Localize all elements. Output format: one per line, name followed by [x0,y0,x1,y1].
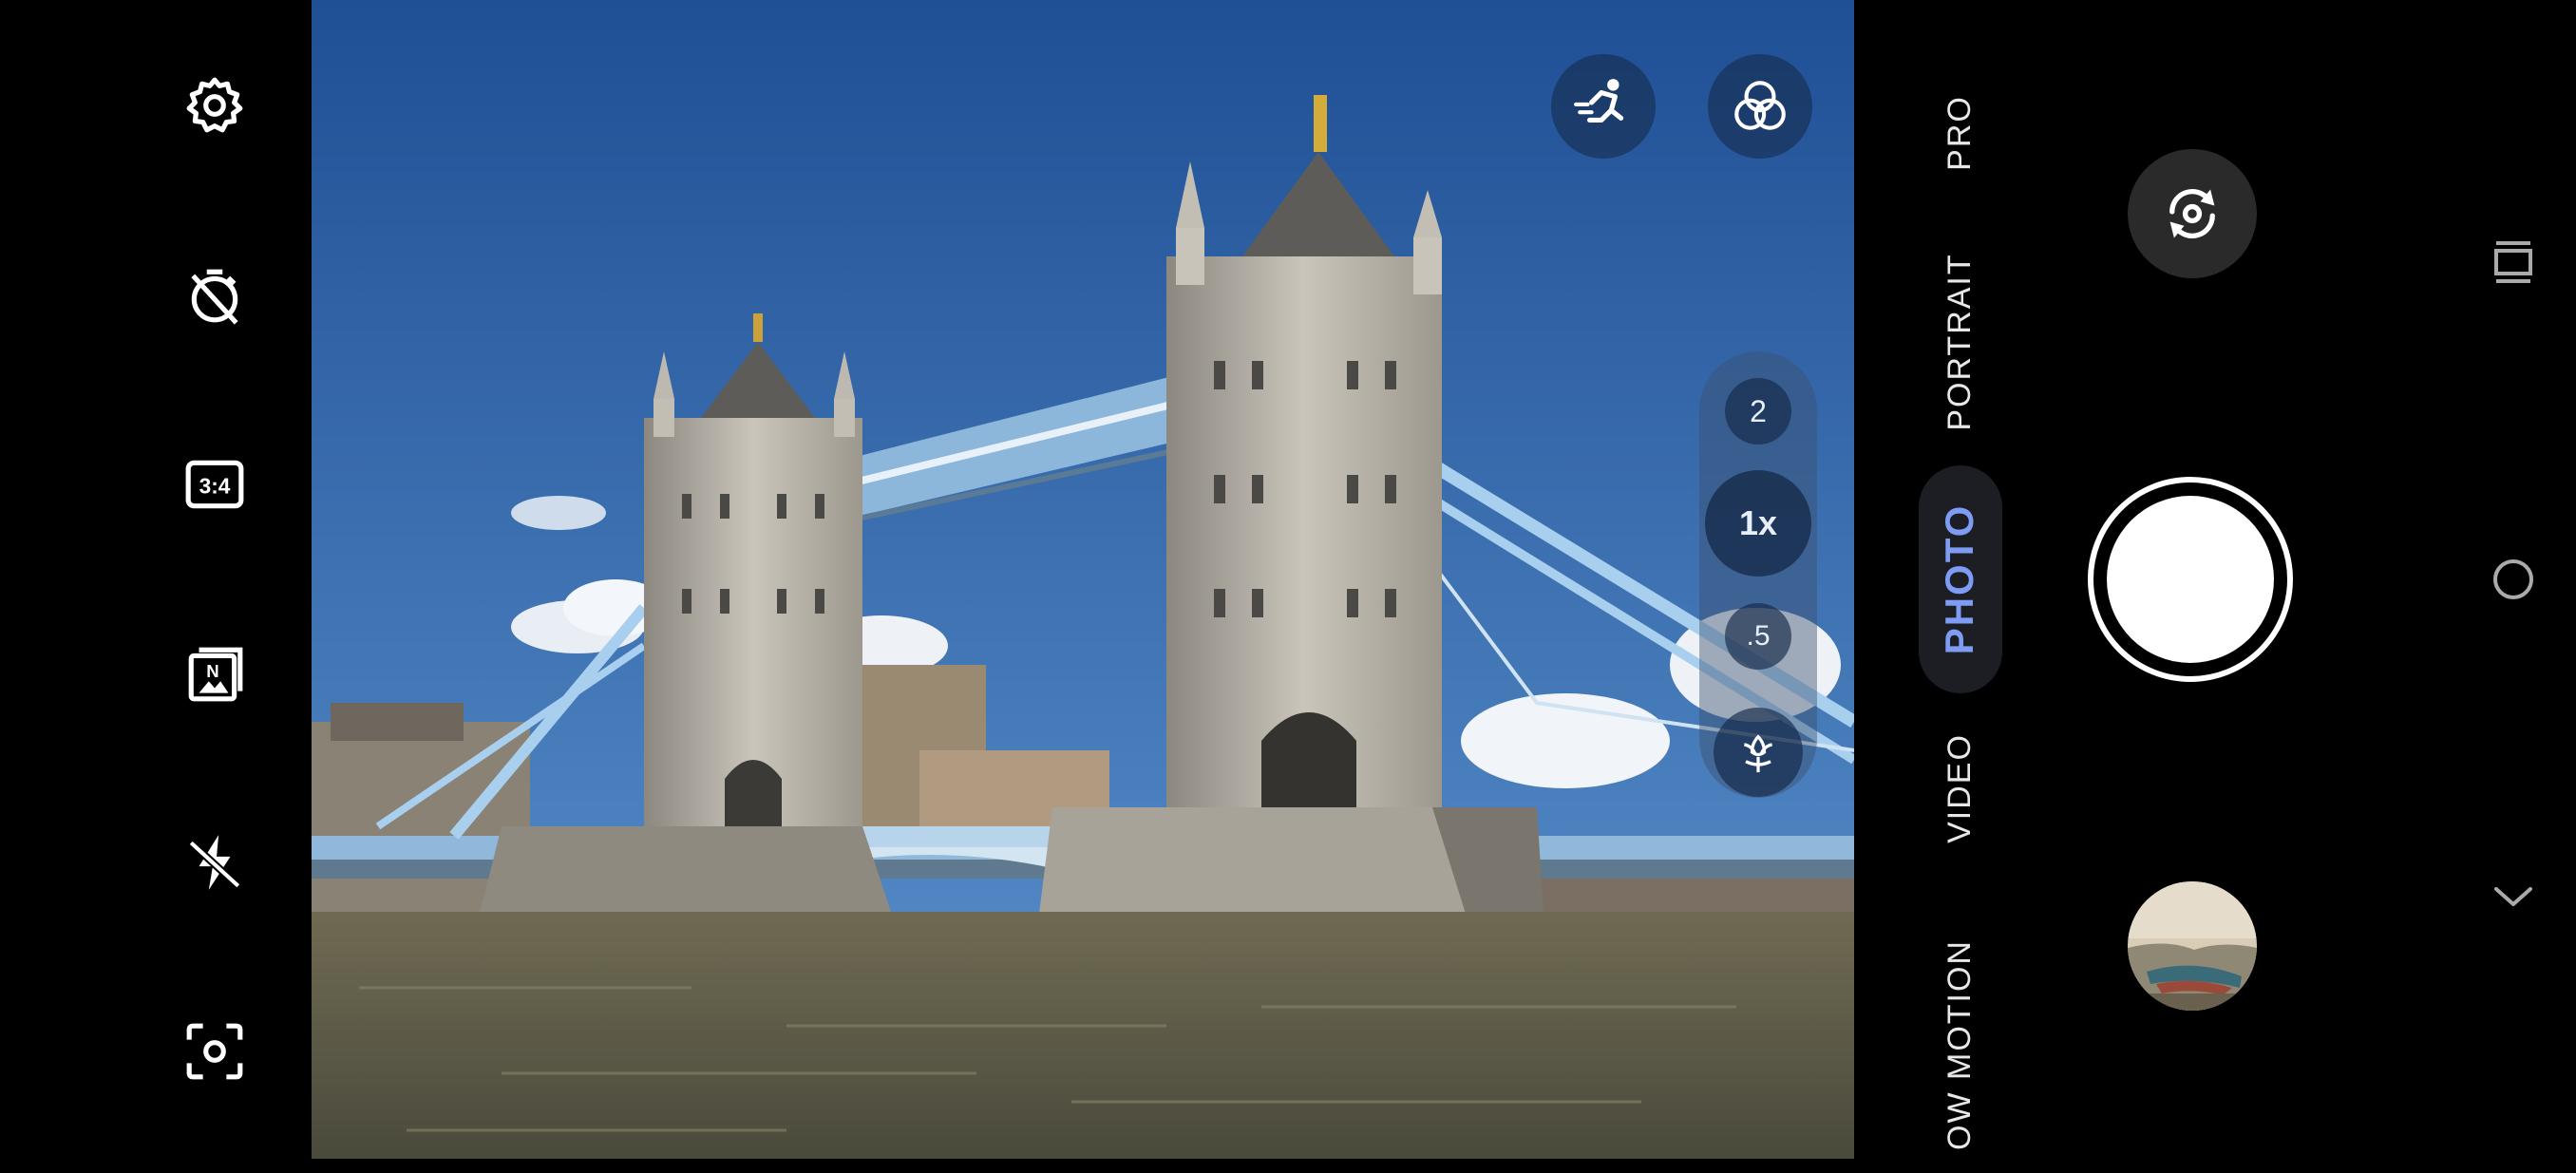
zoom-option-1x[interactable]: 1x [1705,470,1811,577]
focus-scan-icon [186,1023,243,1080]
flash-button[interactable] [176,823,254,901]
settings-button[interactable] [176,66,254,144]
viewfinder-scene [312,0,1854,1159]
gallery-thumbnail[interactable] [2128,881,2257,1011]
shutter-button[interactable] [2088,477,2293,682]
aspect-ratio-icon: 3:4 [185,460,244,509]
mode-pro[interactable]: PRO [1941,71,1979,195]
home-button[interactable] [2489,555,2538,604]
night-mode-button[interactable]: N [176,634,254,712]
zoom-option-0.5[interactable]: .5 [1725,603,1791,670]
zoom-option-2-label: 2 [1750,393,1767,428]
focus-scan-button[interactable] [176,1012,254,1090]
recents-icon [2494,241,2532,283]
night-mode-icon: N [188,647,243,702]
filters-button[interactable] [1708,54,1812,159]
gear-icon [186,77,243,133]
motion-running-icon [1574,79,1624,123]
recents-button[interactable] [2489,237,2538,287]
filters-icon [1734,81,1786,130]
gallery-thumbnail-image [2128,881,2257,1011]
zoom-option-0.5-label: .5 [1746,620,1771,652]
switch-camera-button[interactable] [2128,149,2257,278]
switch-camera-icon [2169,188,2215,239]
aspect-ratio-label: 3:4 [199,473,231,498]
night-mode-label: N [206,661,218,681]
mode-portrait[interactable]: PORTRAIT [1941,223,1979,461]
flash-off-icon [188,835,241,890]
home-icon [2493,559,2533,599]
macro-button[interactable] [1714,708,1803,797]
zoom-option-2[interactable]: 2 [1725,378,1791,445]
macro-flower-icon [1743,734,1773,773]
aspect-ratio-button[interactable]: 3:4 [176,445,254,523]
motion-photo-button[interactable] [1551,54,1656,159]
timer-off-icon [191,269,238,325]
shutter-inner [2107,496,2274,663]
mode-slow-motion[interactable]: OW MOTION [1941,917,1979,1173]
mode-video[interactable]: VIDEO [1941,703,1979,874]
back-button[interactable] [2489,872,2538,921]
timer-button[interactable] [176,256,254,334]
back-chevron-icon [2494,887,2532,906]
left-toolbar: 3:4 N [0,0,312,1159]
camera-viewfinder[interactable]: 2 1x .5 [312,0,1854,1159]
zoom-option-1x-label: 1x [1738,503,1778,542]
mode-photo[interactable]: PHOTO [1937,475,1984,684]
